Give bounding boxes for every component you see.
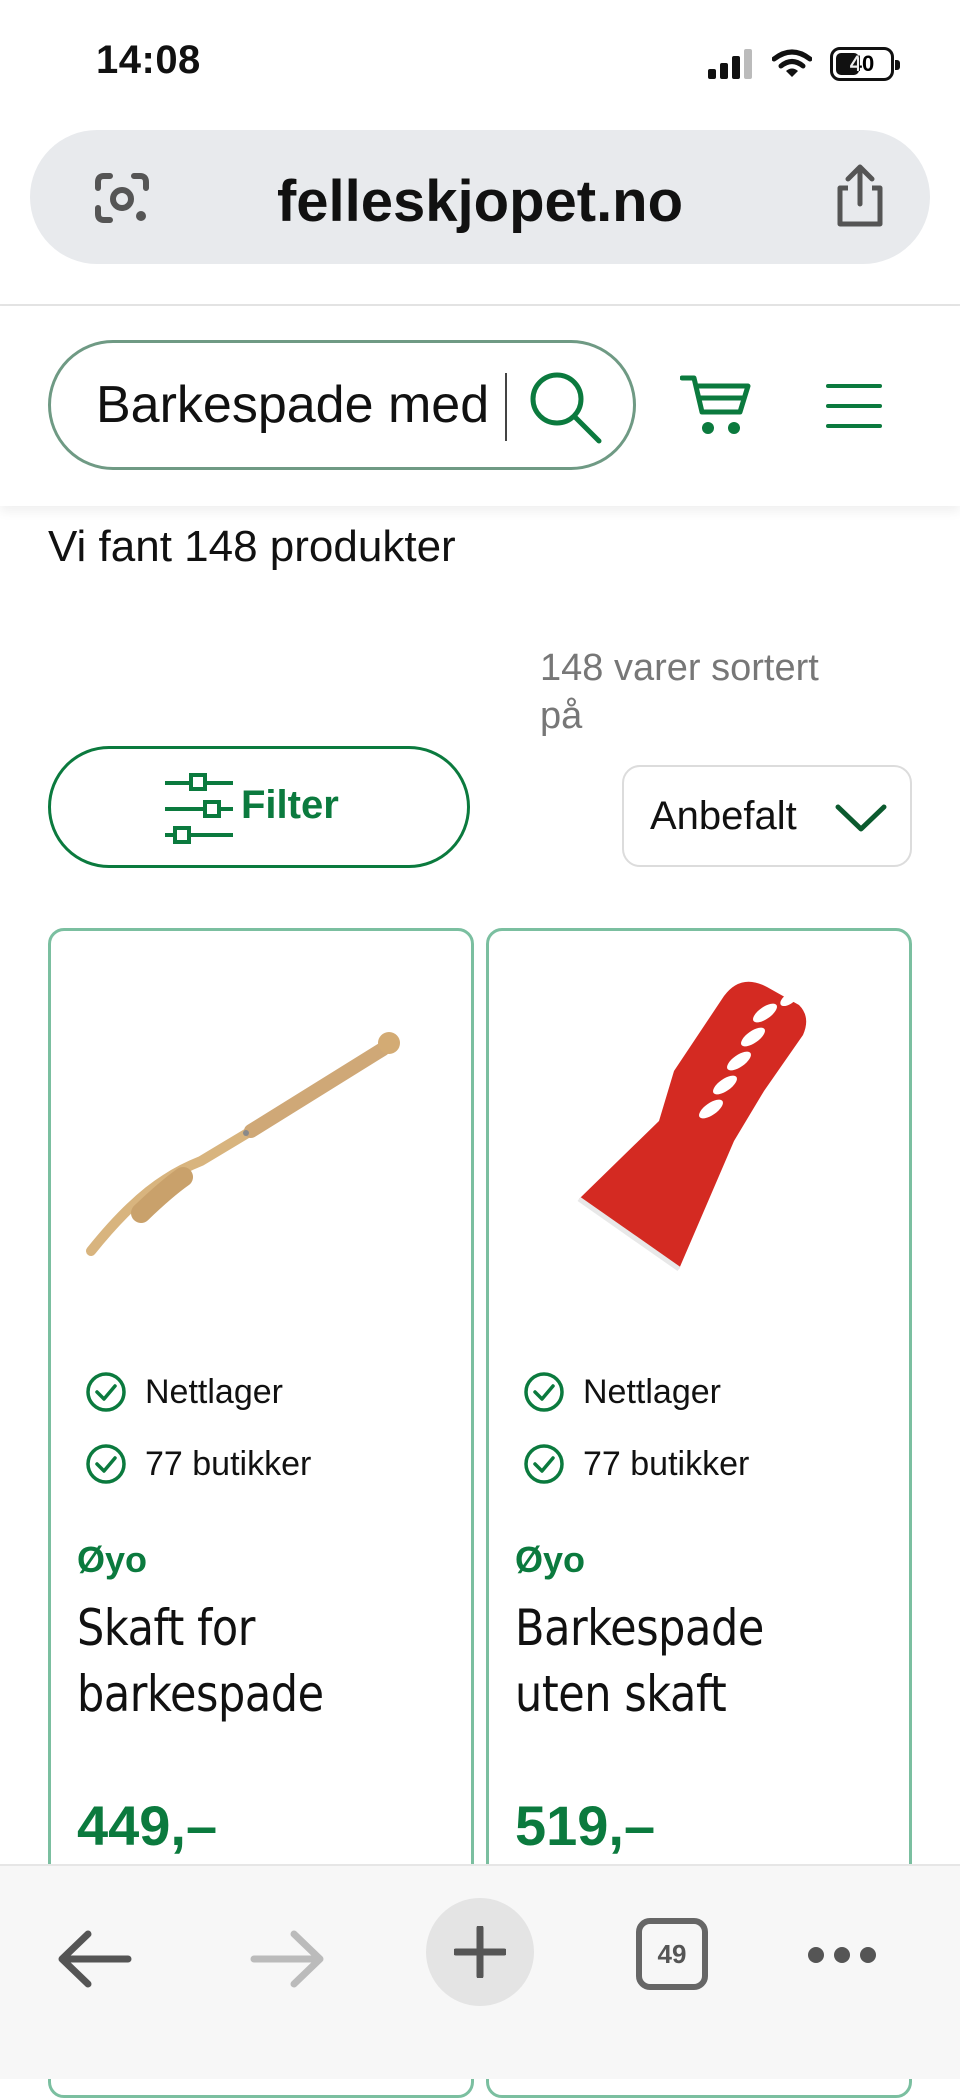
wifi-icon: [772, 49, 812, 77]
availability-stores: 77 butikker: [85, 1443, 311, 1485]
filter-label: Filter: [241, 783, 339, 827]
availability-label: 77 butikker: [583, 1444, 750, 1483]
url-text[interactable]: felleskjopet.no: [30, 168, 930, 235]
check-circle-icon: [86, 1372, 126, 1412]
product-image-spade[interactable]: [509, 951, 889, 1301]
sort-info: 148 varer sortert på: [540, 647, 819, 737]
filter-sliders-icon: [165, 773, 233, 844]
address-bar[interactable]: felleskjopet.no: [30, 130, 930, 264]
plus-icon: [454, 1926, 506, 1978]
check-circle-icon: [524, 1444, 564, 1484]
text-cursor: [505, 373, 507, 441]
check-circle-icon: [86, 1444, 126, 1484]
search-icon[interactable]: [521, 365, 611, 449]
search-box: [48, 340, 636, 470]
product-price: 519,–: [515, 1794, 656, 1857]
battery-level: 40: [849, 51, 875, 76]
forward-arrow-icon[interactable]: [250, 1928, 326, 1990]
tabs-count: 49: [657, 1938, 687, 1969]
status-bar: 14:08 40: [0, 0, 960, 120]
product-price: 449,–: [77, 1794, 218, 1857]
availability-label: Nettlager: [145, 1372, 283, 1411]
product-brand: Øyo: [77, 1539, 148, 1580]
sort-value: Anbefalt: [650, 794, 797, 838]
availability-label: Nettlager: [583, 1372, 721, 1411]
availability-online: Nettlager: [85, 1371, 283, 1413]
status-icons: 40: [708, 44, 900, 84]
browser-toolbar: 49: [0, 1864, 960, 2079]
share-icon[interactable]: [830, 164, 890, 228]
product-image-handle[interactable]: [71, 951, 451, 1301]
hamburger-menu-icon[interactable]: [826, 384, 882, 428]
site-header: [0, 306, 960, 506]
filter-button[interactable]: Filter: [48, 746, 470, 868]
product-name[interactable]: Barkespade uten skaft: [515, 1595, 842, 1727]
tabs-icon[interactable]: 49: [636, 1918, 708, 1990]
back-arrow-icon[interactable]: [56, 1928, 132, 1990]
battery-icon: 40: [830, 47, 900, 81]
results-count: Vi fant 148 produkter: [48, 522, 456, 571]
chevron-down-icon: [835, 804, 887, 832]
cart-icon[interactable]: [680, 372, 752, 438]
signal-icon: [708, 49, 752, 79]
more-icon[interactable]: [806, 1942, 878, 1968]
check-circle-icon: [524, 1372, 564, 1412]
availability-online: Nettlager: [523, 1371, 721, 1413]
sort-select[interactable]: Anbefalt: [622, 765, 912, 867]
new-tab-button[interactable]: [426, 1898, 534, 2006]
availability-stores: 77 butikker: [523, 1443, 749, 1485]
search-input[interactable]: [96, 343, 556, 467]
availability-label: 77 butikker: [145, 1444, 312, 1483]
status-time: 14:08: [96, 38, 201, 82]
product-name[interactable]: Skaft for barkespade: [77, 1595, 404, 1727]
product-brand: Øyo: [515, 1539, 586, 1580]
